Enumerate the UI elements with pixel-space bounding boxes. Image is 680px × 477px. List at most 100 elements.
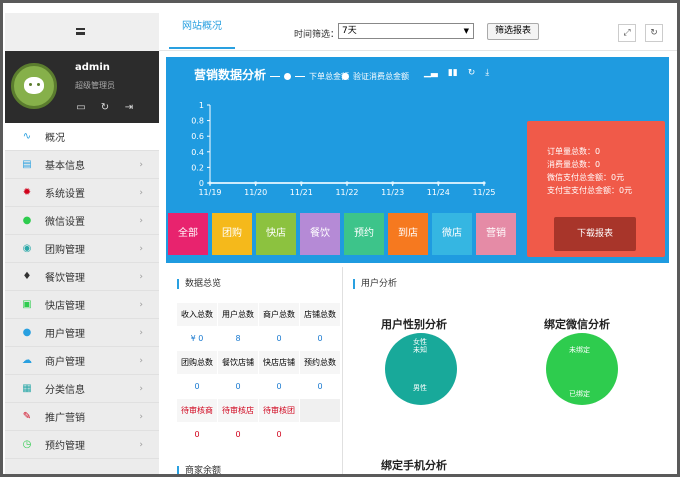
user-role: 超级管理员 — [75, 81, 115, 90]
sidebar-item-7[interactable]: ● 用户管理 › — [5, 319, 159, 347]
sidebar-item-6[interactable]: ▣ 快店管理 › — [5, 291, 159, 319]
x-tick-label: 11/24 — [427, 188, 450, 197]
phone-analysis-title: 绑定手机分析 — [381, 459, 447, 472]
category-button-1[interactable]: 团购 — [212, 213, 252, 255]
sidebar-header — [5, 13, 159, 51]
time-filter-select[interactable]: 7天 ▼ — [338, 23, 474, 39]
tab-site-overview[interactable]: 网站概况 — [169, 15, 235, 49]
overview-cell: ¥ 0 — [177, 327, 217, 351]
overview-cell: 0 — [177, 423, 217, 447]
reload-icon[interactable]: ↻ — [645, 24, 663, 42]
overview-cell: 团购总数 — [177, 351, 217, 375]
bar-chart-icon[interactable]: ▮▮ — [448, 68, 458, 78]
legend-label: 验证消费总金额 — [353, 72, 409, 81]
gender-analysis-title: 用户性别分析 — [381, 318, 447, 331]
logout-icon[interactable]: ⇥ — [123, 102, 135, 113]
category-button-4[interactable]: 预约 — [344, 213, 384, 255]
overview-cell: 用户总数 — [218, 303, 258, 327]
sidebar-item-2[interactable]: ✹ 系统设置 › — [5, 179, 159, 207]
sidebar-item-10[interactable]: ✎ 推广营销 › — [5, 403, 159, 431]
download-icon[interactable]: ⤓ — [485, 68, 489, 78]
sidebar-item-label: 概况 — [45, 133, 65, 144]
pie-label-unbound: 未绑定 — [569, 346, 590, 354]
overview-grid: 收入总数 用户总数 商户总数 店铺总数 ¥ 0 8 0 0 团购总数 餐饮店铺 快店店铺 预约总数 0 0… — [177, 303, 340, 447]
category-buttons: 全部 团购 快店 餐饮 预约 到店 微店 营销 — [168, 213, 516, 255]
chevron-right-icon: › — [139, 383, 143, 394]
time-filter-value: 7天 — [342, 26, 357, 36]
category-button-0[interactable]: 全部 — [168, 213, 208, 255]
overview-cell: 0 — [259, 423, 299, 447]
cloud-icon: ☁ — [22, 355, 32, 366]
y-tick-label: 0.8 — [191, 117, 204, 126]
chevron-right-icon: › — [139, 271, 143, 282]
x-tick-label: 11/21 — [290, 188, 313, 197]
overview-cell: 待审核商 — [177, 399, 217, 423]
chevron-down-icon: ▼ — [463, 27, 469, 35]
y-tick-label: 0.4 — [191, 148, 204, 157]
monitor-icon[interactable]: ▭ — [75, 102, 87, 113]
globe-icon: ◉ — [22, 243, 32, 254]
category-button-2[interactable]: 快店 — [256, 213, 296, 255]
filter-report-button[interactable]: 筛选报表 — [487, 23, 539, 40]
sidebar-item-11[interactable]: ◷ 预约管理 › — [5, 431, 159, 459]
menu-toggle-icon[interactable] — [76, 28, 85, 35]
data-point — [299, 181, 303, 185]
sidebar-item-label: 用户管理 — [45, 329, 85, 340]
avatar — [11, 63, 57, 109]
marketing-dashboard: 0 0.2 0.4 0.6 0.8 1 11/19 11/20 11/21 11/22 11/23 1… — [166, 57, 669, 263]
download-report-button[interactable]: 下载报表 — [554, 217, 636, 251]
user-analysis-title: 用户分析 — [353, 279, 397, 289]
stat-wechat-pay: 微信支付总金额：0元 — [547, 173, 625, 182]
overview-cell — [300, 399, 340, 423]
chevron-right-icon: › — [139, 439, 143, 450]
overview-cell: 0 — [259, 327, 299, 351]
x-tick-label: 11/23 — [381, 188, 404, 197]
overview-title: 数据总览 — [177, 279, 221, 289]
wechat-icon: ● — [22, 215, 32, 226]
category-button-6[interactable]: 微店 — [432, 213, 472, 255]
overview-cell: 0 — [300, 375, 340, 399]
sidebar-item-label: 基本信息 — [45, 161, 85, 172]
sidebar-item-label: 快店管理 — [45, 301, 85, 312]
category-button-3[interactable]: 餐饮 — [300, 213, 340, 255]
legend-item-order[interactable]: 下单总金额 — [270, 71, 349, 82]
sidebar-item-0[interactable]: ∿ 概况 — [5, 123, 159, 151]
line-chart-toggle-icon[interactable]: ▁▃ — [424, 68, 438, 78]
overview-cell: 0 — [177, 375, 217, 399]
list-icon: ▦ — [22, 383, 32, 394]
stats-panel: 订单量总数：0 消费量总数：0 微信支付总金额：0元 支付宝支付总金额：0元 下… — [527, 121, 665, 257]
sidebar-item-1[interactable]: ▤ 基本信息 › — [5, 151, 159, 179]
gender-pie[interactable]: 女性 未知 男性 — [385, 333, 457, 405]
pie-label-unknown: 未知 — [413, 346, 427, 354]
user-icon: ● — [22, 327, 32, 338]
restore-icon[interactable]: ↻ — [468, 68, 476, 78]
x-tick-label: 11/25 — [472, 188, 495, 197]
sidebar-item-5[interactable]: ♦ 餐饮管理 › — [5, 263, 159, 291]
merchant-balance-title: 商家余额 — [177, 466, 221, 474]
sidebar-item-label: 微信设置 — [45, 217, 85, 228]
dashboard-title: 营销数据分析 — [194, 68, 267, 82]
sidebar-item-8[interactable]: ☁ 商户管理 › — [5, 347, 159, 375]
refresh-icon[interactable]: ↻ — [99, 102, 111, 113]
sidebar-item-9[interactable]: ▦ 分类信息 › — [5, 375, 159, 403]
y-tick-label: 1 — [199, 101, 204, 110]
category-button-7[interactable]: 营销 — [476, 213, 516, 255]
wechat-analysis-title: 绑定微信分析 — [544, 318, 610, 331]
y-tick-label: 0 — [199, 179, 204, 188]
stat-orders: 订单量总数：0 — [547, 147, 601, 156]
chevron-right-icon: › — [139, 327, 143, 338]
stat-alipay: 支付宝支付总金额：0元 — [547, 186, 633, 195]
sidebar-item-3[interactable]: ● 微信设置 › — [5, 207, 159, 235]
x-tick-label: 11/20 — [244, 188, 267, 197]
stat-consumption: 消费量总数：0 — [547, 160, 601, 169]
legend-item-consume[interactable]: 验证消费总金额 — [342, 71, 409, 82]
chevron-right-icon: › — [139, 215, 143, 226]
category-button-5[interactable]: 到店 — [388, 213, 428, 255]
basket-icon: ▣ — [22, 299, 32, 310]
pin-icon: ♦ — [22, 271, 32, 282]
wechat-pie[interactable]: 未绑定 已绑定 — [546, 333, 618, 405]
fullscreen-icon[interactable]: ⤢ — [618, 24, 636, 42]
pie-label-male: 男性 — [413, 384, 427, 392]
x-tick-label: 11/22 — [335, 188, 358, 197]
sidebar-item-4[interactable]: ◉ 团购管理 › — [5, 235, 159, 263]
